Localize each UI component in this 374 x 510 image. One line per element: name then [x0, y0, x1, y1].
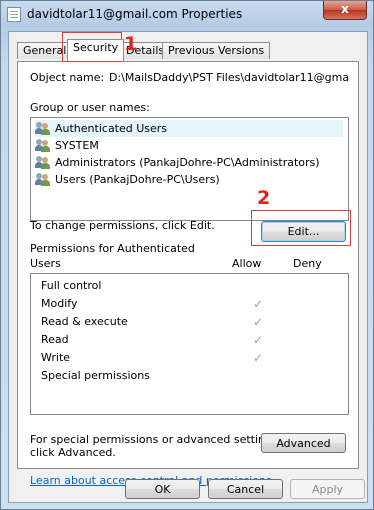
- list-item[interactable]: Administrators (PankajDohre-PC\Administr…: [35, 154, 343, 171]
- checkmark-icon: ✓: [253, 351, 264, 365]
- users-group-icon: [35, 139, 51, 152]
- ok-button[interactable]: OK: [125, 479, 200, 499]
- allow-header: Allow: [232, 257, 262, 270]
- step2-number: 2: [257, 187, 271, 209]
- user-name: Users (PankajDohre-PC\Users): [55, 173, 220, 186]
- permission-name: Read & execute: [41, 315, 128, 328]
- close-button[interactable]: x: [323, 1, 367, 20]
- permission-row: Full control: [41, 277, 341, 295]
- permission-row: Special permissions: [41, 367, 341, 385]
- special-permissions-text-line2: click Advanced.: [30, 446, 116, 459]
- change-permissions-text: To change permissions, click Edit.: [30, 219, 215, 232]
- cancel-button[interactable]: Cancel: [208, 479, 283, 499]
- list-item[interactable]: SYSTEM: [35, 137, 343, 154]
- users-group-icon: [35, 173, 51, 186]
- group-users-label: Group or user names:: [30, 101, 150, 114]
- apply-button[interactable]: Apply: [290, 479, 365, 499]
- user-name: Administrators (PankajDohre-PC\Administr…: [55, 156, 320, 169]
- security-panel: Object name: D:\MailsDaddy\PST Files\dav…: [17, 61, 359, 487]
- special-permissions-text-line1: For special permissions or advanced sett…: [30, 433, 282, 446]
- window-title: davidtolar11@gmail.com Properties: [27, 7, 243, 21]
- permission-name: Write: [41, 351, 71, 364]
- advanced-button[interactable]: Advanced: [261, 433, 346, 453]
- permission-name: Full control: [41, 279, 102, 292]
- permissions-list: Full control Modify ✓ Read & execute ✓ R…: [30, 273, 349, 415]
- permissions-for-label-line1: Permissions for Authenticated: [30, 242, 195, 255]
- permission-row: Modify ✓: [41, 295, 341, 313]
- permissions-for-label-line2: Users: [30, 257, 61, 270]
- properties-window: davidtolar11@gmail.com Properties x Gene…: [0, 0, 374, 510]
- checkmark-icon: ✓: [253, 315, 264, 329]
- tab-previous-versions[interactable]: Previous Versions: [162, 42, 271, 59]
- permission-name: Read: [41, 333, 69, 346]
- deny-header: Deny: [293, 257, 322, 270]
- object-name-label: Object name:: [30, 71, 105, 84]
- permission-row: Write ✓: [41, 349, 341, 367]
- users-group-icon: [35, 122, 51, 135]
- list-item[interactable]: Users (PankajDohre-PC\Users): [35, 171, 343, 188]
- step2-highlight-box: [251, 210, 351, 246]
- tab-security[interactable]: Security: [67, 39, 125, 61]
- permission-name: Special permissions: [41, 369, 150, 382]
- checkmark-icon: ✓: [253, 297, 264, 311]
- user-name: SYSTEM: [55, 139, 99, 152]
- object-name-value: D:\MailsDaddy\PST Files\davidtolar11@gma…: [109, 71, 349, 84]
- permission-row: Read ✓: [41, 331, 341, 349]
- title-bar[interactable]: davidtolar11@gmail.com Properties x: [1, 1, 373, 27]
- dialog-body: General Security Details Previous Versio…: [8, 31, 368, 503]
- document-icon: [7, 7, 21, 22]
- user-name: Authenticated Users: [55, 122, 168, 135]
- user-listbox[interactable]: Authenticated Users SYSTEM Administrator…: [30, 117, 349, 221]
- list-item[interactable]: Authenticated Users: [35, 120, 343, 137]
- checkmark-icon: ✓: [253, 333, 264, 347]
- step1-number: 1: [124, 33, 138, 55]
- permission-row: Read & execute ✓: [41, 313, 341, 331]
- users-group-icon: [35, 156, 51, 169]
- permission-name: Modify: [41, 297, 78, 310]
